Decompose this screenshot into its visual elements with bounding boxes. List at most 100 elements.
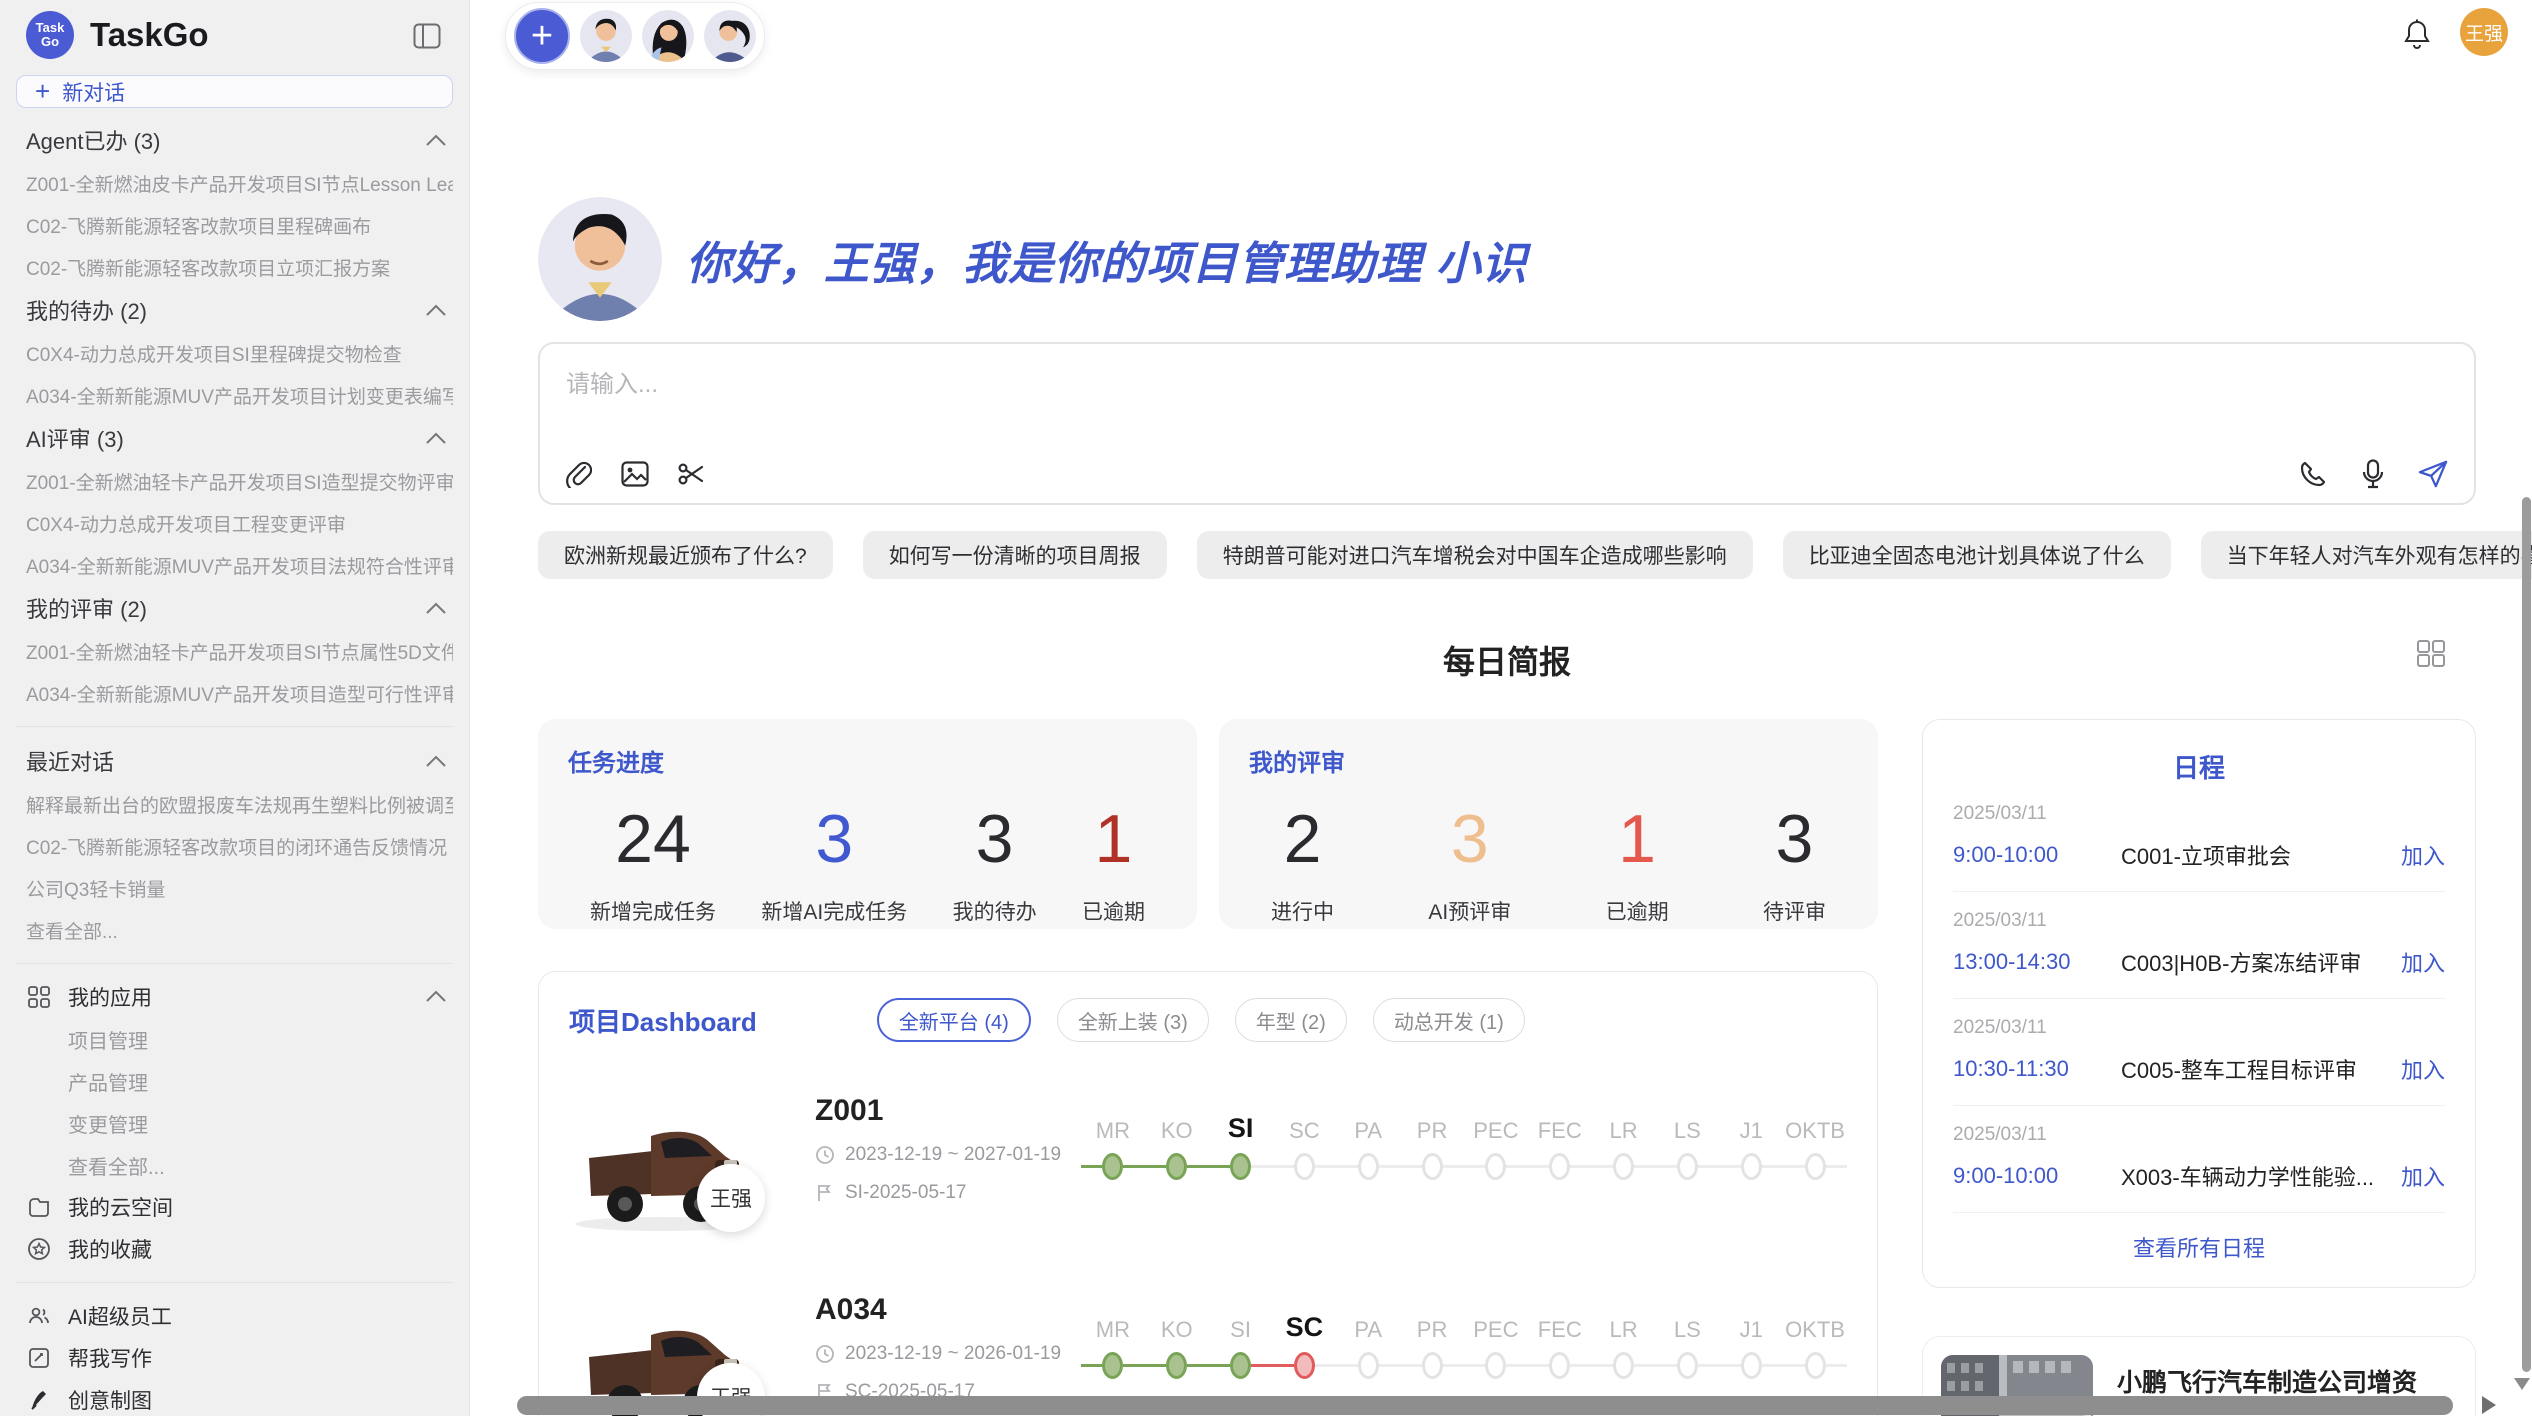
chevron-up-icon[interactable]	[425, 985, 447, 1009]
event-join-link[interactable]: 加入	[2401, 1160, 2445, 1192]
app-title: TaskGo	[90, 16, 209, 54]
new-chat-button[interactable]: + 新对话	[16, 75, 453, 108]
milestone-node[interactable]	[1592, 1343, 1656, 1387]
agent-avatar-2[interactable]	[642, 10, 694, 62]
milestone-node[interactable]	[1209, 1144, 1273, 1188]
dashboard-tab[interactable]: 动总开发 (1)	[1373, 998, 1525, 1042]
chat-input-box[interactable]: 请输入...	[538, 342, 2476, 505]
milestone-node[interactable]	[1209, 1343, 1273, 1387]
user-avatar[interactable]: 王强	[2460, 8, 2508, 56]
scroll-right-arrow[interactable]	[2482, 1396, 2496, 1414]
milestone-node[interactable]	[1783, 1343, 1847, 1387]
sidebar-conversation-item[interactable]: 查看全部...	[16, 909, 453, 951]
sidebar-item-cloud-space[interactable]: 我的云空间	[16, 1186, 453, 1228]
sidebar-item-favorites[interactable]: 我的收藏	[16, 1228, 453, 1270]
project-owner-badge: 王强	[697, 1164, 765, 1232]
view-all-schedule-link[interactable]: 查看所有日程	[1953, 1212, 2445, 1273]
sidebar-section-header[interactable]: 我的待办 (2)	[16, 288, 453, 332]
sidebar-app-subitem[interactable]: 产品管理	[16, 1060, 453, 1102]
microphone-icon[interactable]	[2358, 459, 2388, 489]
event-join-link[interactable]: 加入	[2401, 839, 2445, 871]
milestone-node[interactable]	[1336, 1343, 1400, 1387]
assistant-avatar	[538, 197, 662, 321]
sidebar-item-creative-drawing[interactable]: 创意制图	[16, 1379, 453, 1416]
milestone-node[interactable]	[1400, 1144, 1464, 1188]
event-join-link[interactable]: 加入	[2401, 946, 2445, 978]
milestone-node[interactable]	[1081, 1343, 1145, 1387]
horizontal-scrollbar[interactable]	[517, 1396, 2453, 1415]
milestone-node[interactable]	[1336, 1144, 1400, 1188]
milestone-node[interactable]	[1655, 1144, 1719, 1188]
milestone-node[interactable]	[1145, 1343, 1209, 1387]
chevron-up-icon[interactable]	[425, 748, 447, 774]
agent-avatar-3[interactable]	[704, 10, 756, 62]
milestone-node[interactable]	[1145, 1144, 1209, 1188]
sidebar-conversation-item[interactable]: C02-飞腾新能源轻客改款项目立项汇报方案	[16, 246, 453, 288]
chevron-up-icon[interactable]	[425, 595, 447, 621]
milestone-node[interactable]	[1719, 1144, 1783, 1188]
suggestion-chip[interactable]: 当下年轻人对汽车外观有怎样的喜好趋势	[2201, 531, 2532, 579]
event-join-link[interactable]: 加入	[2401, 1053, 2445, 1085]
milestone-node[interactable]	[1592, 1144, 1656, 1188]
notifications-bell-icon[interactable]	[2402, 19, 2432, 56]
sidebar-conversation-item[interactable]: C0X4-动力总成开发项目工程变更评审	[16, 502, 453, 544]
milestone-node[interactable]	[1783, 1144, 1847, 1188]
milestone-node[interactable]	[1272, 1343, 1336, 1387]
milestone-label: PA	[1336, 1317, 1400, 1343]
milestone-dot	[1358, 1352, 1379, 1379]
milestone-node[interactable]	[1719, 1343, 1783, 1387]
sidebar-app-subitem[interactable]: 项目管理	[16, 1018, 453, 1060]
milestone-node[interactable]	[1400, 1343, 1464, 1387]
sidebar-conversation-item[interactable]: Z001-全新燃油皮卡产品开发项目SI节点Lesson Learn报告	[16, 162, 453, 204]
sidebar-section-header[interactable]: 我的评审 (2)	[16, 586, 453, 630]
sidebar-app-subitem[interactable]: 变更管理	[16, 1102, 453, 1144]
sidebar-conversation-item[interactable]: Z001-全新燃油轻卡产品开发项目SI造型提交物评审	[16, 460, 453, 502]
vertical-scrollbar[interactable]	[2522, 497, 2531, 1372]
project-dashboard-card: 项目Dashboard 全新平台 (4)全新上装 (3)年型 (2)动总开发 (…	[538, 971, 1878, 1416]
agent-avatar-1[interactable]	[580, 10, 632, 62]
chevron-up-icon[interactable]	[425, 425, 447, 451]
suggestion-chip[interactable]: 特朗普可能对进口汽车增税会对中国车企造成哪些影响	[1197, 531, 1753, 579]
sidebar-section-header[interactable]: Agent已办 (3)	[16, 118, 453, 162]
sidebar-conversation-item[interactable]: 公司Q3轻卡销量	[16, 867, 453, 909]
send-icon[interactable]	[2418, 459, 2448, 489]
milestone-node[interactable]	[1464, 1343, 1528, 1387]
sidebar-conversation-item[interactable]: C0X4-动力总成开发项目SI里程碑提交物检查	[16, 332, 453, 374]
sidebar-conversation-item[interactable]: A034-全新新能源MUV产品开发项目计划变更表编写	[16, 374, 453, 416]
dashboard-tab[interactable]: 年型 (2)	[1235, 998, 1347, 1042]
sidebar-item-help-me-write[interactable]: 帮我写作	[16, 1337, 453, 1379]
dashboard-tab[interactable]: 全新上装 (3)	[1057, 998, 1209, 1042]
milestone-node[interactable]	[1528, 1343, 1592, 1387]
sidebar-conversation-item[interactable]: A034-全新新能源MUV产品开发项目法规符合性评审	[16, 544, 453, 586]
sidebar-conversation-item[interactable]: A034-全新新能源MUV产品开发项目造型可行性评审	[16, 672, 453, 714]
sidebar-conversation-item[interactable]: Z001-全新燃油轻卡产品开发项目SI节点属性5D文件评审	[16, 630, 453, 672]
milestone-node[interactable]	[1081, 1144, 1145, 1188]
milestone-node[interactable]	[1464, 1144, 1528, 1188]
image-icon[interactable]	[620, 459, 650, 489]
sidebar-item-ai-super-staff[interactable]: AI超级员工	[16, 1295, 453, 1337]
scroll-down-arrow[interactable]	[2514, 1378, 2530, 1390]
milestone-node[interactable]	[1655, 1343, 1719, 1387]
sidebar-conversation-item[interactable]: 解释最新出台的欧盟报废车法规再生塑料比例被调至15%...	[16, 783, 453, 825]
suggestion-chip[interactable]: 欧洲新规最近颁布了什么?	[538, 531, 833, 579]
new-agent-button[interactable]: +	[514, 8, 570, 64]
milestone-node[interactable]	[1272, 1144, 1336, 1188]
sidebar-collapse-icon[interactable]	[413, 23, 441, 54]
sidebar-app-subitem[interactable]: 查看全部...	[16, 1144, 453, 1186]
dashboard-tab[interactable]: 全新平台 (4)	[877, 998, 1031, 1042]
scissors-icon[interactable]	[676, 459, 706, 489]
suggestion-chip[interactable]: 比亚迪全固态电池计划具体说了什么	[1783, 531, 2171, 579]
project-row[interactable]: 王强 Z001 2023-12-19 ~ 2027-01-19 SI-2025-…	[569, 1094, 1847, 1241]
sidebar-section-header[interactable]: AI评审 (3)	[16, 416, 453, 460]
recent-chats-header[interactable]: 最近对话	[16, 739, 453, 783]
suggestion-chip[interactable]: 如何写一份清晰的项目周报	[863, 531, 1167, 579]
chevron-up-icon[interactable]	[425, 297, 447, 323]
milestone-node[interactable]	[1528, 1144, 1592, 1188]
sidebar-conversation-item[interactable]: C02-飞腾新能源轻客改款项目的闭环通告反馈情况	[16, 825, 453, 867]
sidebar-item-my-apps[interactable]: 我的应用	[16, 976, 453, 1018]
phone-call-icon[interactable]	[2298, 459, 2328, 489]
layout-grid-icon[interactable]	[2416, 639, 2446, 672]
attachment-icon[interactable]	[564, 459, 594, 489]
chevron-up-icon[interactable]	[425, 127, 447, 153]
sidebar-conversation-item[interactable]: C02-飞腾新能源轻客改款项目里程碑画布	[16, 204, 453, 246]
